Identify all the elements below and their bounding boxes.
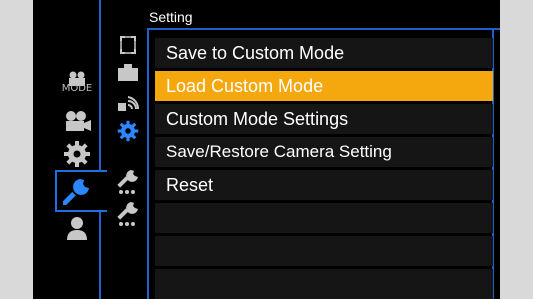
- gear-icon: [64, 141, 90, 167]
- subtab-wrench-2[interactable]: [111, 200, 145, 230]
- wrench-icon: [63, 179, 89, 205]
- person-category[interactable]: [57, 213, 97, 243]
- frame-line-mid: [147, 28, 149, 299]
- camera-menu-screen: MODE Setting Save to Custom Mode Load Cu…: [33, 0, 500, 299]
- menu-title: Setting: [149, 9, 193, 25]
- frame-line-left: [99, 0, 101, 170]
- frame-line-left-bottom: [99, 212, 101, 299]
- wrench-category[interactable]: [57, 174, 97, 208]
- wireless-icon: [118, 96, 139, 111]
- wrench-dots-icon: [117, 202, 138, 226]
- subtab-wrench-1[interactable]: [111, 168, 145, 198]
- menu-item-empty: [155, 203, 493, 233]
- menu-item-load-custom-mode[interactable]: Load Custom Mode: [155, 71, 493, 101]
- video-category[interactable]: [57, 106, 97, 136]
- menu-item-save-to-custom-mode[interactable]: Save to Custom Mode: [155, 38, 493, 68]
- gear-category[interactable]: [57, 138, 97, 170]
- wrench-dots-icon: [117, 170, 138, 194]
- subtab-gear[interactable]: [111, 116, 145, 146]
- menu-item-empty: [155, 269, 493, 299]
- menu-item-reset[interactable]: Reset: [155, 170, 493, 200]
- menu-item-save-restore-camera-setting[interactable]: Save/Restore Camera Setting: [155, 137, 493, 167]
- subtab-wireless[interactable]: [111, 88, 145, 114]
- subtab-frame[interactable]: [111, 32, 145, 58]
- frame-icon: [120, 36, 136, 54]
- person-icon: [67, 217, 87, 240]
- menu-item-custom-mode-settings[interactable]: Custom Mode Settings: [155, 104, 493, 134]
- menu-item-empty: [155, 236, 493, 266]
- video-camera-icon: [66, 111, 91, 131]
- mode-label: MODE: [61, 83, 93, 94]
- frame-line-top: [147, 28, 500, 30]
- menu-list: Save to Custom Mode Load Custom Mode Cus…: [155, 38, 493, 299]
- camera-body-icon: [118, 64, 138, 81]
- gear-icon: [117, 120, 139, 142]
- subtab-camera-body[interactable]: [111, 60, 145, 86]
